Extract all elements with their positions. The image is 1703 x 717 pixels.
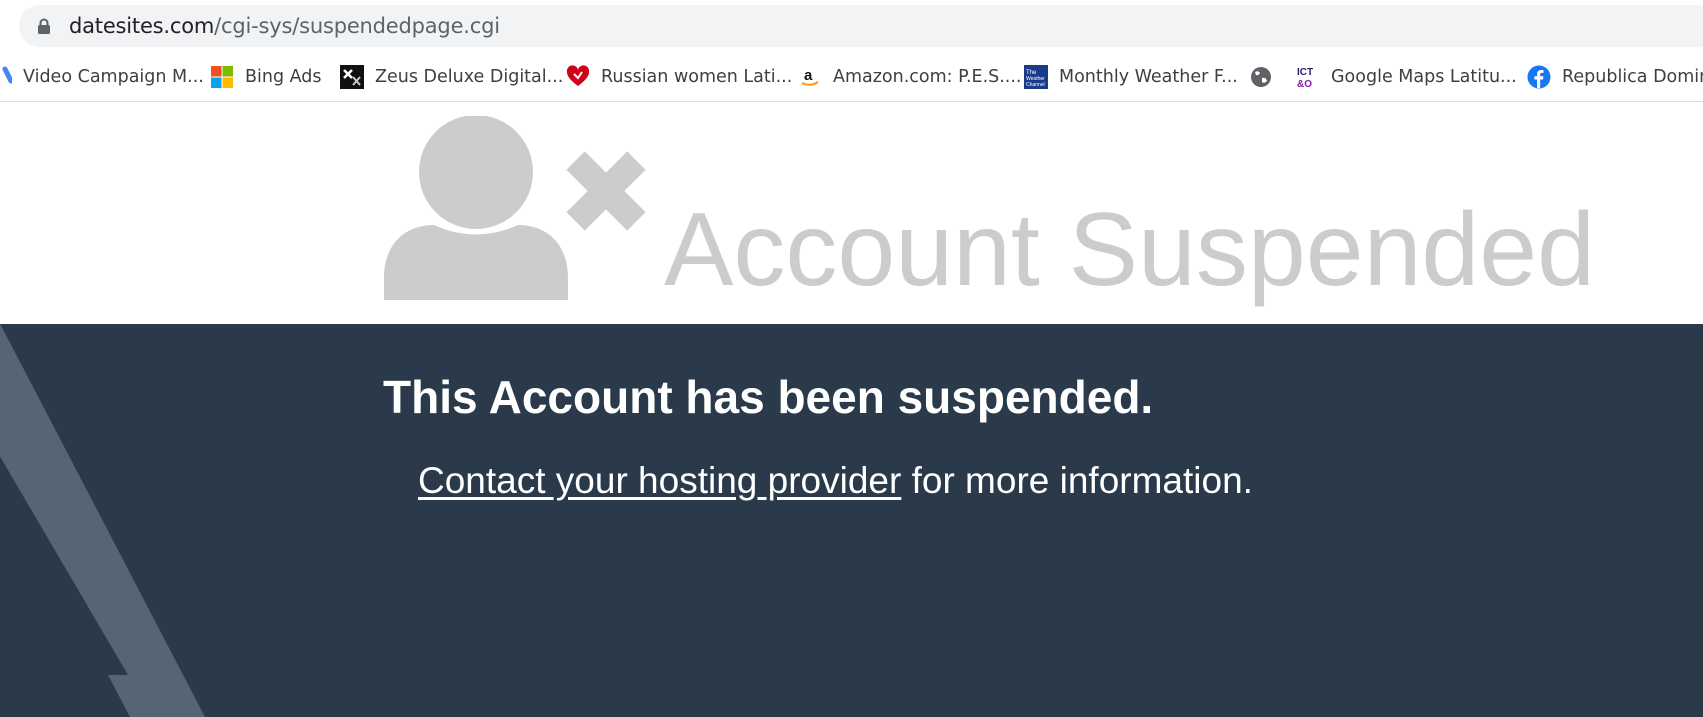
- svg-text:a: a: [804, 67, 813, 84]
- address-bar[interactable]: datesites.com/cgi-sys/suspendedpage.cgi: [19, 5, 1703, 47]
- ict-icon: ICT &O: [1296, 65, 1320, 89]
- bookmark-zeus-deluxe[interactable]: Zeus Deluxe Digital...: [340, 53, 563, 101]
- bookmark-globe[interactable]: [1249, 53, 1284, 101]
- address-bar-row: datesites.com/cgi-sys/suspendedpage.cgi: [0, 0, 1703, 53]
- url-path: /cgi-sys/suspendedpage.cgi: [214, 14, 500, 38]
- bookmark-video-campaign[interactable]: Video Campaign M...: [0, 53, 204, 101]
- bookmark-bing-ads[interactable]: Bing Ads: [210, 53, 322, 101]
- bookmark-label: Republica Domini: [1562, 67, 1703, 87]
- lock-icon[interactable]: [37, 18, 51, 34]
- bookmark-label: Zeus Deluxe Digital...: [375, 67, 564, 87]
- contact-hosting-link[interactable]: Contact your hosting provider: [418, 460, 901, 501]
- bookmark-amazon[interactable]: a Amazon.com: P.E.S....: [798, 53, 1022, 101]
- bookmark-google-maps[interactable]: ICT &O Google Maps Latitu...: [1296, 53, 1517, 101]
- bookmark-label: Monthly Weather F...: [1059, 67, 1238, 87]
- page-title: Account Suspended: [664, 192, 1595, 308]
- url-text[interactable]: datesites.com/cgi-sys/suspendedpage.cgi: [69, 15, 500, 37]
- google-ads-icon: [0, 65, 12, 89]
- facebook-icon: [1527, 65, 1551, 89]
- bookmark-monthly-weather[interactable]: The Weather Channel Monthly Weather F...: [1024, 53, 1238, 101]
- svg-text:ICT: ICT: [1297, 67, 1313, 78]
- bookmark-russian-women[interactable]: Russian women Lati...: [566, 53, 792, 101]
- decorative-triangle-shape: [0, 324, 205, 717]
- contact-message: Contact your hosting provider for more i…: [418, 460, 1253, 502]
- bookmark-label: Google Maps Latitu...: [1331, 67, 1517, 87]
- amazon-icon: a: [798, 65, 822, 89]
- svg-text:&O: &O: [1297, 79, 1312, 89]
- message-panel: This Account has been suspended.: [0, 324, 1703, 717]
- bookmark-label: Bing Ads: [245, 67, 322, 87]
- heart-icon: [566, 65, 590, 89]
- bookmark-label: Amazon.com: P.E.S....: [833, 67, 1022, 87]
- bookmark-republica-dominicana[interactable]: Republica Domini: [1527, 53, 1703, 101]
- bookmark-label: Video Campaign M...: [23, 67, 204, 87]
- microsoft-icon: [210, 65, 234, 89]
- svg-text:Channel: Channel: [1026, 82, 1045, 88]
- user-blocked-icon: [384, 116, 646, 300]
- bookmarks-bar: Video Campaign M... Bing Ads Zeus Deluxe…: [0, 53, 1703, 102]
- url-host: datesites.com: [69, 14, 215, 38]
- bookmark-label: Russian women Lati...: [601, 67, 793, 87]
- weather-channel-icon: The Weather Channel: [1024, 65, 1048, 89]
- globe-icon: [1249, 65, 1273, 89]
- zeus-icon: [340, 65, 364, 89]
- suspended-headline: This Account has been suspended.: [383, 371, 1154, 423]
- info-text: for more information.: [901, 460, 1253, 501]
